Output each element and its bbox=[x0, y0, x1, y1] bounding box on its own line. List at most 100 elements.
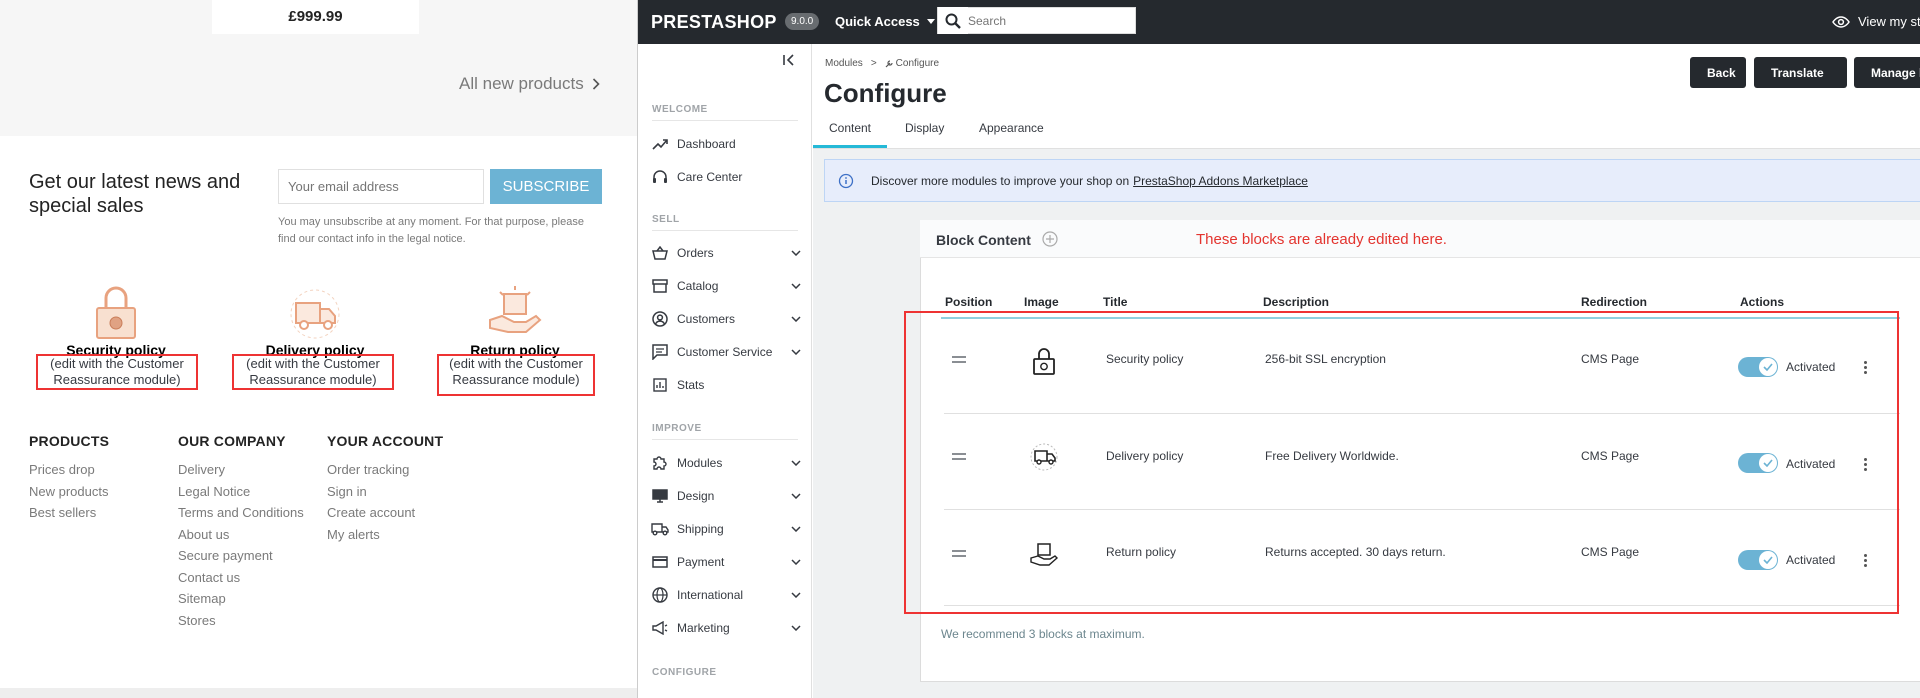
reassurance-return: Return policy bbox=[435, 280, 595, 358]
translate-button[interactable]: Translate bbox=[1754, 57, 1847, 88]
view-store-link[interactable]: View my store bbox=[1832, 14, 1920, 29]
column-header-title: Title bbox=[1103, 295, 1128, 309]
monitor-icon bbox=[652, 489, 668, 503]
headset-icon bbox=[653, 170, 667, 183]
chevron-down-icon bbox=[791, 349, 801, 355]
column-header-actions: Actions bbox=[1740, 295, 1785, 309]
sidebar-item-label: Modules bbox=[677, 456, 723, 470]
sidebar-item-label: Stats bbox=[677, 378, 705, 392]
search-input[interactable] bbox=[968, 13, 1128, 28]
column-header-description: Description bbox=[1263, 295, 1330, 309]
footer-link[interactable]: Legal Notice bbox=[178, 481, 304, 503]
footer-link[interactable]: Secure payment bbox=[178, 545, 304, 567]
reassurance-subtitle: (edit with the Customer Reassurance modu… bbox=[246, 356, 380, 387]
header-search bbox=[937, 7, 1136, 34]
subscribe-button[interactable]: SUBSCRIBE bbox=[490, 169, 602, 204]
shop-front-page: £999.99 All new products Get our latest … bbox=[0, 0, 637, 698]
reassurance-subtitle: (edit with the Customer Reassurance modu… bbox=[50, 356, 184, 387]
sidebar-item-label: Marketing bbox=[677, 621, 730, 635]
sidebar-section-sell: SELL bbox=[652, 214, 680, 225]
sidebar-item-modules[interactable]: Modules bbox=[651, 452, 801, 474]
reassurance-subtitle: (edit with the Customer Reassurance modu… bbox=[449, 356, 583, 387]
chevron-down-icon bbox=[791, 316, 801, 322]
sidebar-item-orders[interactable]: Orders bbox=[651, 242, 801, 264]
product-price: £999.99 bbox=[288, 8, 343, 25]
tab-display[interactable]: Display bbox=[905, 111, 944, 148]
sidebar-item-dashboard[interactable]: Dashboard bbox=[651, 133, 801, 155]
card-title: Block Content bbox=[936, 232, 1031, 248]
truck-icon bbox=[651, 523, 669, 536]
wrench-icon bbox=[885, 59, 893, 67]
sidebar-item-label: Care Center bbox=[677, 170, 743, 184]
breadcrumb-current: Configure bbox=[895, 58, 940, 69]
sidebar-item-label: Payment bbox=[677, 555, 725, 569]
sidebar-item-shipping[interactable]: Shipping bbox=[651, 518, 801, 540]
sidebar-item-label: Orders bbox=[677, 246, 714, 260]
sidebar-item-customers[interactable]: Customers bbox=[651, 308, 801, 330]
search-button[interactable] bbox=[938, 7, 968, 34]
footer-link[interactable]: Stores bbox=[178, 610, 304, 632]
footer-link[interactable]: Best sellers bbox=[29, 502, 109, 524]
footer-link[interactable]: Delivery bbox=[178, 459, 304, 481]
footer-link[interactable]: My alerts bbox=[327, 524, 443, 546]
megaphone-icon bbox=[652, 621, 668, 635]
newsletter-note: You may unsubscribe at any moment. For t… bbox=[278, 216, 584, 245]
footer-link[interactable]: Sign in bbox=[327, 481, 443, 503]
puzzle-icon bbox=[653, 456, 667, 470]
footer-link[interactable]: Order tracking bbox=[327, 459, 443, 481]
quick-access-label: Quick Access bbox=[835, 14, 920, 29]
back-button[interactable]: Back bbox=[1690, 57, 1746, 88]
basket-icon bbox=[652, 246, 668, 260]
sidebar-section-improve: IMPROVE bbox=[652, 423, 702, 434]
page-title: Configure bbox=[824, 78, 947, 108]
credit-card-icon bbox=[652, 556, 668, 568]
footer-link[interactable]: Sitemap bbox=[178, 588, 304, 610]
footer-link[interactable]: Contact us bbox=[178, 567, 304, 589]
sidebar-item-international[interactable]: International bbox=[651, 584, 801, 606]
footer-link[interactable]: Prices drop bbox=[29, 459, 109, 481]
sidebar-item-label: Customer Service bbox=[677, 345, 773, 359]
footer-link[interactable]: Create account bbox=[327, 502, 443, 524]
collapse-sidebar-button[interactable] bbox=[783, 54, 795, 66]
sidebar-item-marketing[interactable]: Marketing bbox=[651, 617, 801, 639]
quick-access-dropdown[interactable]: Quick Access bbox=[835, 14, 935, 29]
add-circle-icon bbox=[1042, 231, 1058, 247]
all-new-products-link[interactable]: All new products bbox=[459, 74, 600, 94]
lock-icon bbox=[96, 286, 136, 339]
newsletter-email-input[interactable] bbox=[278, 169, 484, 204]
sidebar-section-welcome: WELCOME bbox=[652, 104, 708, 115]
sidebar-item-care-center[interactable]: Care Center bbox=[651, 166, 801, 188]
footer-heading: PRODUCTS bbox=[29, 433, 110, 449]
breadcrumb-parent[interactable]: Modules bbox=[825, 58, 863, 69]
chevron-right-icon bbox=[592, 78, 600, 90]
footer-link[interactable]: New products bbox=[29, 481, 109, 503]
sidebar-item-stats[interactable]: Stats bbox=[651, 374, 801, 396]
eye-icon bbox=[1832, 15, 1850, 28]
sidebar-item-catalog[interactable]: Catalog bbox=[651, 275, 801, 297]
footer-products: PRODUCTS Prices drop New products Best s… bbox=[29, 433, 109, 524]
footer-link[interactable]: About us bbox=[178, 524, 304, 546]
truck-icon bbox=[290, 289, 340, 339]
sidebar: WELCOME Dashboard Care Center SELL Order… bbox=[638, 44, 812, 698]
breadcrumb-separator: > bbox=[870, 58, 877, 69]
footer-link[interactable]: Terms and Conditions bbox=[178, 502, 304, 524]
admin-header bbox=[638, 0, 1920, 44]
tab-appearance[interactable]: Appearance bbox=[979, 111, 1044, 148]
reassurance-delivery: Delivery policy bbox=[235, 280, 395, 358]
sidebar-section-configure: CONFIGURE bbox=[652, 667, 717, 678]
collapse-icon bbox=[783, 54, 794, 66]
sidebar-item-payment[interactable]: Payment bbox=[651, 551, 801, 573]
tab-content[interactable]: Content bbox=[813, 111, 887, 148]
manage-hooks-button[interactable]: Manage hooks bbox=[1854, 57, 1920, 88]
info-banner-text: Discover more modules to improve your sh… bbox=[871, 173, 1130, 188]
addons-marketplace-link[interactable]: PrestaShop Addons Marketplace bbox=[1133, 174, 1308, 188]
sidebar-item-design[interactable]: Design bbox=[651, 485, 801, 507]
globe-icon bbox=[652, 587, 668, 603]
sidebar-item-customer-service[interactable]: Customer Service bbox=[651, 341, 801, 363]
add-block-button[interactable] bbox=[1042, 231, 1058, 247]
recommendation-text: We recommend 3 blocks at maximum. bbox=[941, 627, 1145, 641]
info-icon bbox=[838, 173, 854, 188]
trending-up-icon bbox=[652, 139, 668, 150]
admin-window: PRESTASHOP 9.0.0 Quick Access View my st… bbox=[637, 0, 1920, 698]
prestashop-logo[interactable]: PRESTASHOP bbox=[651, 12, 777, 33]
